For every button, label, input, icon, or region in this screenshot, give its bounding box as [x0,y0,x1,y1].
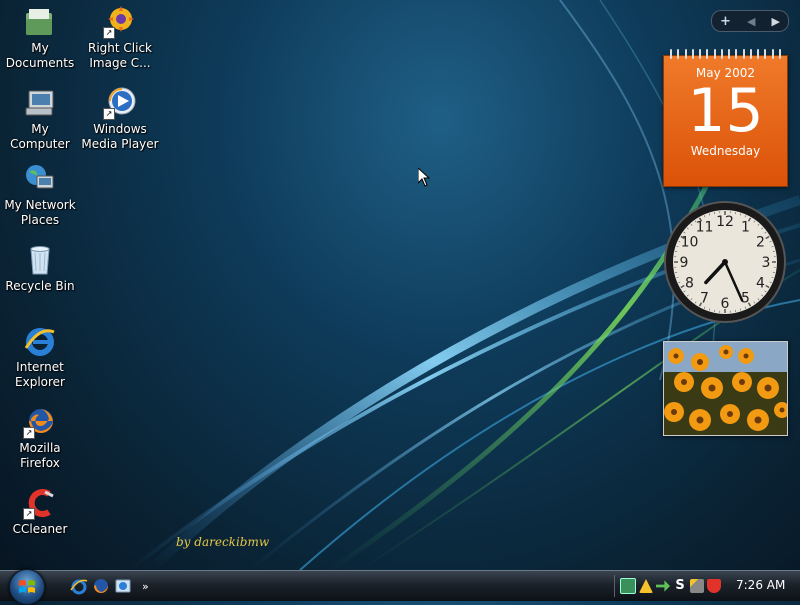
quicklaunch-firefox-icon[interactable] [92,577,110,595]
recycle-bin-icon [23,243,57,277]
taskbar: » S 7:26 AM [0,570,800,601]
slideshow-gadget[interactable] [663,341,788,436]
clock-numeral: 12 [716,214,734,230]
gear-image-icon: ↗ [103,5,137,39]
clock-gadget[interactable]: 121234567891011 [663,200,787,324]
desktop-icon-label: Internet Explorer [0,360,80,390]
desktop-icon-ccleaner[interactable]: ↗ CCleaner [0,486,80,537]
flower-photo [664,342,787,435]
calendar-gadget[interactable]: May 2002 15 Wednesday [663,55,788,187]
calendar-day: 15 [664,80,787,142]
shortcut-arrow-icon: ↗ [103,27,115,39]
calendar-weekday: Wednesday [664,144,787,158]
computer-icon [23,86,57,120]
tray-separator [614,575,615,597]
desktop-icon-mozilla-firefox[interactable]: ↗ Mozilla Firefox [0,405,80,471]
desktop-icon-label: Mozilla Firefox [0,441,80,471]
quick-launch-bar: » [70,577,149,595]
shield-icon[interactable] [707,579,721,593]
media-player-icon: ↗ [103,86,137,120]
desktop-icon-label: My Network Places [0,198,80,228]
taskbar-clock[interactable]: 7:26 AM [736,578,785,592]
clock-numeral: 2 [756,235,765,251]
desktop-icon-label: My Documents [0,41,80,71]
folder-documents-icon [23,5,57,39]
next-gadgets-button[interactable]: ▶ [771,15,779,28]
wallpaper-signature: by dareckibmw [176,535,269,549]
s-icon[interactable]: S [673,579,687,593]
quick-launch-overflow-chevron[interactable]: » [142,580,149,593]
desktop-icon-label: Right Click Image C... [80,41,160,71]
sidebar-controls: + ◀ ▶ [711,10,789,32]
quicklaunch-show-desktop-icon[interactable] [114,577,132,595]
internet-explorer-icon [23,324,57,358]
desktop-icon-right-click-image[interactable]: ↗ Right Click Image C... [80,5,160,71]
clock-center-pin [722,259,728,265]
clock-numeral: 10 [681,235,699,251]
desktop-icon-recycle-bin[interactable]: Recycle Bin [0,243,80,294]
start-orb-windows-icon [18,578,36,596]
shortcut-arrow-icon: ↗ [103,108,115,120]
desktop-icon-my-computer[interactable]: My Computer [0,86,80,152]
green-arrow-icon[interactable] [656,579,670,593]
clock-numeral: 9 [680,255,689,271]
desktop-icon-label: Windows Media Player [80,122,160,152]
quicklaunch-internet-explorer-icon[interactable] [70,577,88,595]
calendar-binder-rings [670,49,781,59]
system-tray: S [620,576,721,596]
previous-gadgets-button[interactable]: ◀ [747,15,755,28]
network-globe-icon [23,162,57,196]
clock-numeral: 11 [696,219,714,235]
clock-numeral: 3 [762,255,771,271]
wand-icon[interactable] [690,579,704,593]
shortcut-arrow-icon: ↗ [23,427,35,439]
warning-icon[interactable] [639,579,653,593]
clock-numeral: 8 [685,276,694,292]
add-gadget-button[interactable]: + [720,14,731,29]
ccleaner-icon: ↗ [23,486,57,520]
desktop-icon-my-network-places[interactable]: My Network Places [0,162,80,228]
clock-numeral: 4 [756,276,765,292]
shortcut-arrow-icon: ↗ [23,508,35,520]
desktop-icon-windows-media-player[interactable]: ↗ Windows Media Player [80,86,160,152]
mouse-cursor-icon [418,168,430,191]
firefox-icon: ↗ [23,405,57,439]
clock-numeral: 1 [741,219,750,235]
desktop-icon-label: CCleaner [0,522,80,537]
desktop-icon-internet-explorer[interactable]: Internet Explorer [0,324,80,390]
desktop-icon-label: Recycle Bin [0,279,80,294]
network-icon[interactable] [620,578,636,594]
desktop-icon-label: My Computer [0,122,80,152]
desktop-icon-my-documents[interactable]: My Documents [0,5,80,71]
